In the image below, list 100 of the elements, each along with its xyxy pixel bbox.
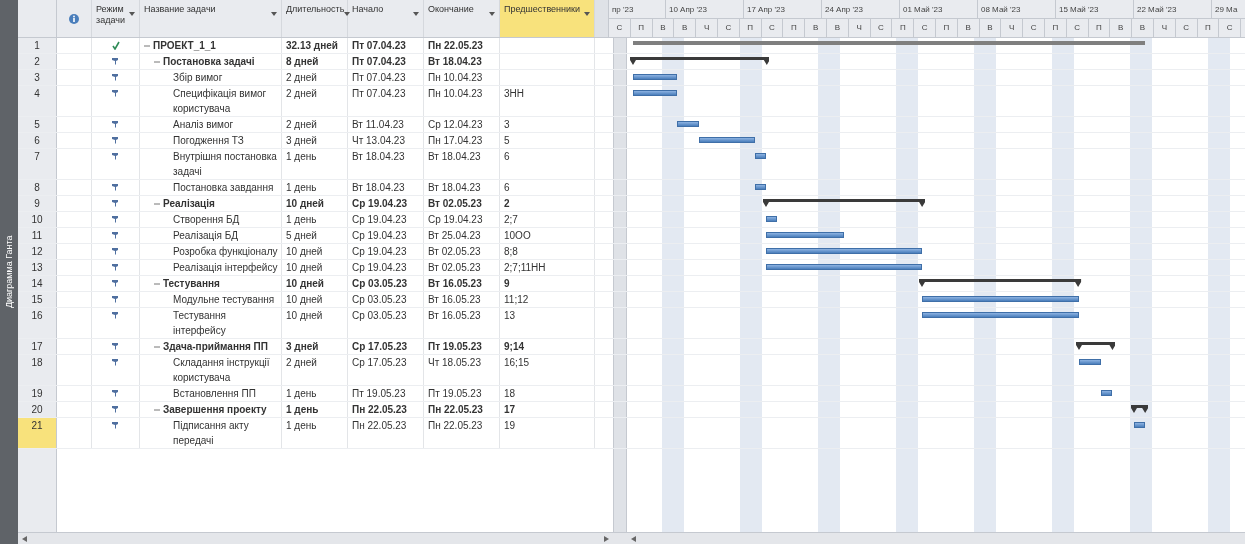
duration-cell: 10 дней [282,308,348,338]
row-number[interactable]: 12 [18,244,57,259]
week-label: 17 Апр '23 [744,0,822,18]
row-number[interactable]: 6 [18,133,57,148]
column-header[interactable]: Начало [348,0,424,37]
collapse-icon[interactable] [154,201,160,207]
task-bar [755,153,767,159]
finish-cell: Пн 10.04.23 [424,70,500,85]
task-name: Постановка завдання [173,181,274,195]
dropdown-arrow-icon [344,12,351,16]
row-number[interactable]: 9 [18,196,57,211]
row-number[interactable]: 16 [18,308,57,338]
finish-cell: Пн 22.05.23 [424,38,500,53]
scroll-left-icon[interactable] [22,535,27,542]
duration-cell: 2 дней [282,70,348,85]
finish-cell: Вт 18.04.23 [424,180,500,195]
dropdown-arrow-icon [129,12,135,16]
column-header[interactable]: Название задачи [140,0,282,37]
start-cell: Пт 07.04.23 [348,86,424,116]
start-cell: Пн 22.05.23 [348,402,424,417]
scroll-right-icon[interactable] [604,535,609,542]
row-number[interactable]: 5 [18,117,57,132]
finish-cell: Вт 02.05.23 [424,196,500,211]
day-label: В [1110,19,1133,37]
predecessors-cell: 9;14 [504,341,524,352]
day-label: П [892,19,915,37]
week-label: 01 Май '23 [900,0,978,18]
row-number[interactable]: 7 [18,149,57,179]
collapse-icon[interactable] [154,407,160,413]
finish-cell: Пт 19.05.23 [424,386,500,401]
duration-cell: 1 день [282,386,348,401]
summary-bar [1131,405,1149,413]
day-label: С [870,19,893,37]
scroll-left-icon[interactable] [631,535,636,542]
row-number[interactable]: 2 [18,54,57,69]
week-label: 10 Апр '23 [666,0,744,18]
finish-cell: Вт 02.05.23 [424,260,500,275]
week-label: пр '23 [609,0,666,18]
task-name: Тестування [163,277,220,291]
task-name: Підписання акту передачі [173,419,250,448]
row-number[interactable]: 10 [18,212,57,227]
start-cell: Ср 17.05.23 [348,355,424,385]
duration-cell: 8 дней [282,54,348,69]
day-label: Ч [1153,19,1176,37]
column-header[interactable]: Предшественники [500,0,595,37]
duration-cell: 2 дней [282,355,348,385]
duration-cell: 1 день [282,418,348,448]
column-header[interactable]: Режим задачи [92,0,140,37]
row-number[interactable]: 1 [18,38,57,53]
collapse-icon[interactable] [144,43,150,49]
predecessors-cell: 2;7;11НН [504,262,546,273]
duration-cell: 10 дней [282,196,348,211]
row-number[interactable]: 8 [18,180,57,195]
duration-cell: 1 день [282,402,348,417]
start-cell: Пт 07.04.23 [348,54,424,69]
row-number[interactable]: 19 [18,386,57,401]
row-number[interactable]: 13 [18,260,57,275]
day-label: П [1088,19,1111,37]
dropdown-arrow-icon [413,12,419,16]
task-name: Тестування інтерфейсу [173,309,228,338]
collapse-icon[interactable] [154,344,160,350]
info-icon [69,13,79,24]
predecessors-cell: 13 [504,310,516,321]
day-label: С [1023,19,1045,37]
row-number[interactable]: 20 [18,402,57,417]
day-label: Ч [848,19,871,37]
day-label: С [914,19,936,37]
start-cell: Ср 19.04.23 [348,260,424,275]
row-number[interactable]: 15 [18,292,57,307]
finish-cell: Пн 22.05.23 [424,418,500,448]
task-name: Складання інструкції користувача [173,356,271,385]
column-header[interactable]: Длительность [282,0,348,37]
task-bar [699,137,756,143]
start-cell: Чт 13.04.23 [348,133,424,148]
row-number[interactable]: 3 [18,70,57,85]
collapse-icon[interactable] [154,281,160,287]
start-cell: Пн 22.05.23 [348,418,424,448]
task-bar [632,74,678,80]
row-number[interactable]: 11 [18,228,57,243]
collapse-icon[interactable] [154,59,160,65]
finish-cell: Вт 18.04.23 [424,149,500,179]
row-number[interactable]: 14 [18,276,57,291]
row-number[interactable]: 18 [18,355,57,385]
day-label: П [935,19,958,37]
start-cell: Вт 18.04.23 [348,149,424,179]
task-name: Погодження ТЗ [173,134,244,148]
week-label: 22 Май '23 [1134,0,1212,18]
task-name: Специфікація вимог користувача [173,87,268,116]
splitter-bar[interactable] [595,0,609,37]
task-name: Збір вимог [173,71,223,85]
finish-cell: Вт 25.04.23 [424,228,500,243]
row-number[interactable]: 21 [18,418,57,448]
duration-cell: 1 день [282,149,348,179]
finish-cell: Ср 19.04.23 [424,212,500,227]
finish-cell: Вт 16.05.23 [424,292,500,307]
row-number[interactable]: 4 [18,86,57,116]
row-number[interactable]: 17 [18,339,57,354]
task-bar [632,90,678,96]
day-label: В [805,19,827,37]
predecessors-cell: 6 [504,151,510,162]
